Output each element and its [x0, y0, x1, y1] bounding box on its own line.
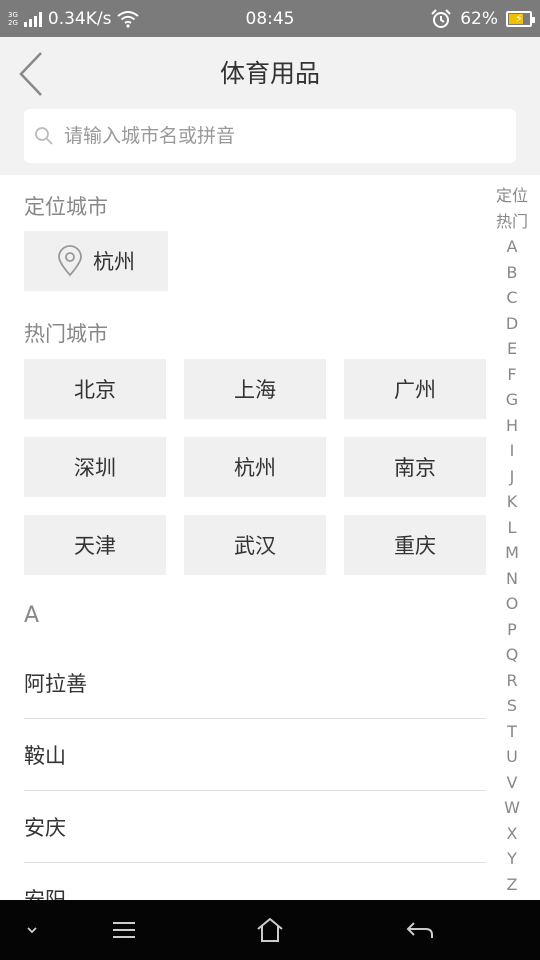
search-icon	[35, 127, 53, 145]
located-city-label: 杭州	[93, 250, 135, 274]
chevron-down-icon	[27, 927, 37, 934]
menu-icon	[113, 922, 135, 938]
status-bar: 3G 2G 0.34K/s 08:45 62% ⚡	[0, 0, 540, 37]
city-list-item[interactable]: 安阳	[24, 863, 486, 900]
index-item[interactable]: H	[506, 413, 518, 439]
index-item[interactable]: Q	[506, 642, 519, 668]
index-item[interactable]: G	[506, 387, 518, 413]
index-item[interactable]: A	[507, 234, 518, 260]
alarm-icon	[431, 8, 451, 28]
city-list-content: 定位城市 杭州 热门城市 北京 上海 广州 深圳 杭州 南京 天津 武汉 重庆 …	[0, 175, 540, 900]
chevron-left-icon	[19, 52, 42, 96]
search-bar	[0, 107, 540, 175]
network-type-bottom: 2G	[8, 18, 18, 27]
status-right: 62% ⚡	[430, 8, 535, 29]
index-item[interactable]: R	[506, 668, 517, 694]
nav-menu-button[interactable]	[104, 910, 144, 950]
index-item[interactable]: W	[504, 795, 520, 821]
battery-percent: 62%	[460, 8, 498, 29]
network-type: 3G 2G	[8, 11, 18, 27]
search-input[interactable]	[54, 109, 516, 163]
system-nav-bar	[0, 900, 540, 960]
hot-city-button[interactable]: 上海	[184, 359, 326, 419]
index-item[interactable]: V	[507, 770, 518, 796]
nav-home-button[interactable]	[250, 910, 290, 950]
hot-city-button[interactable]: 南京	[344, 437, 486, 497]
index-item[interactable]: T	[507, 719, 517, 745]
index-item[interactable]: D	[506, 311, 518, 337]
city-list-item[interactable]: 鞍山	[24, 719, 486, 791]
location-pin-icon	[58, 245, 82, 277]
index-item[interactable]: B	[507, 260, 518, 286]
alphabet-index-bar[interactable]: 定位 热门 A B C D E F G H I J K L M N O P Q R S T U V W X Y Z	[492, 183, 532, 897]
index-item[interactable]: E	[507, 336, 517, 362]
index-item[interactable]: L	[508, 515, 517, 541]
hot-city-button[interactable]: 北京	[24, 359, 166, 419]
city-list-item[interactable]: 阿拉善	[24, 647, 486, 719]
index-item[interactable]: K	[507, 489, 518, 515]
index-item[interactable]: Y	[507, 846, 517, 872]
search-box[interactable]	[24, 109, 516, 163]
hot-city-button[interactable]: 深圳	[24, 437, 166, 497]
hot-city-button[interactable]: 武汉	[184, 515, 326, 575]
index-item[interactable]: J	[510, 464, 515, 490]
network-speed: 0.34K/s	[47, 8, 112, 29]
index-item[interactable]: P	[507, 617, 517, 643]
status-left: 3G 2G 0.34K/s	[8, 8, 140, 29]
index-item[interactable]: F	[507, 362, 516, 388]
nav-back-button[interactable]	[400, 910, 440, 950]
nav-collapse-button[interactable]	[12, 910, 52, 950]
index-item[interactable]: M	[505, 540, 519, 566]
index-item[interactable]: C	[506, 285, 517, 311]
hot-section-title: 热门城市	[24, 322, 108, 346]
index-item[interactable]: 定位	[496, 183, 528, 209]
battery-icon: ⚡	[506, 10, 535, 27]
index-item[interactable]: U	[506, 744, 518, 770]
index-item[interactable]: Z	[507, 872, 518, 898]
located-city-button[interactable]: 杭州	[24, 231, 168, 291]
index-item[interactable]: S	[507, 693, 517, 719]
back-button[interactable]	[14, 51, 48, 97]
hot-city-button[interactable]: 重庆	[344, 515, 486, 575]
signal-icon	[23, 11, 42, 27]
index-item[interactable]: O	[506, 591, 519, 617]
header: 体育用品	[0, 37, 540, 107]
city-list-item[interactable]: 安庆	[24, 791, 486, 863]
hot-city-button[interactable]: 杭州	[184, 437, 326, 497]
back-arrow-icon	[406, 922, 433, 938]
charging-icon: ⚡	[515, 12, 523, 25]
hot-city-button[interactable]: 天津	[24, 515, 166, 575]
index-item[interactable]: 热门	[496, 209, 528, 235]
index-item[interactable]: X	[507, 821, 518, 847]
wifi-icon	[117, 10, 140, 28]
home-icon	[257, 917, 283, 942]
page-title: 体育用品	[219, 59, 320, 88]
index-item[interactable]: I	[510, 438, 515, 464]
network-type-top: 3G	[8, 10, 18, 19]
hot-city-button[interactable]: 广州	[344, 359, 486, 419]
location-section-title: 定位城市	[24, 195, 108, 219]
letter-group-header: A	[24, 603, 40, 628]
index-item[interactable]: N	[506, 566, 518, 592]
